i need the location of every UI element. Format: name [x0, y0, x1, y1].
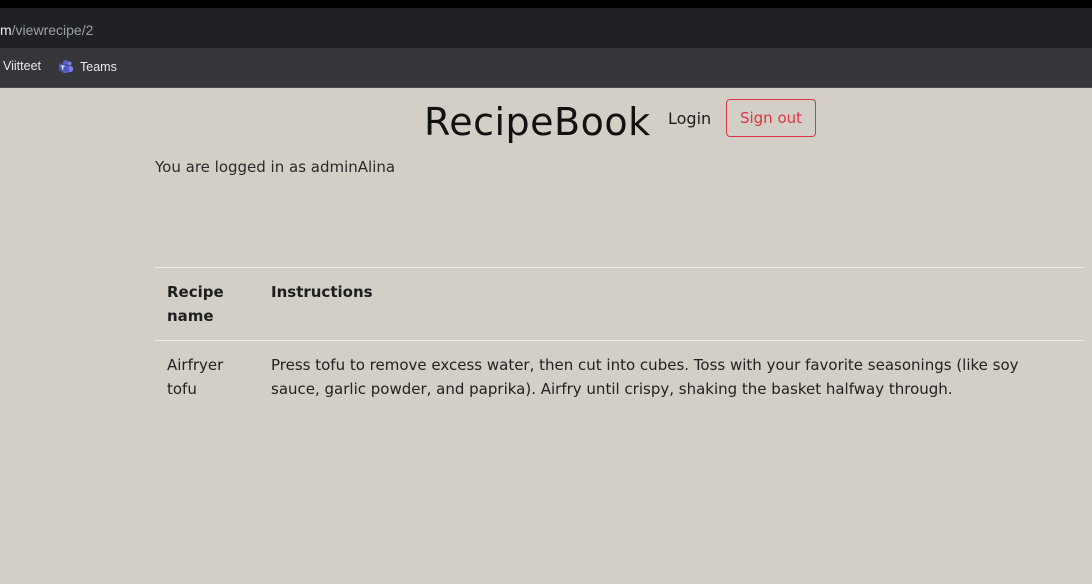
bookmarks-bar: Viitteet Teams: [0, 48, 1092, 88]
url-text[interactable]: m/viewrecipe/2: [0, 22, 93, 38]
url-host: m: [0, 22, 12, 38]
table-header-row: Recipe name Instructions: [155, 267, 1084, 341]
window-top-edge: [0, 0, 1092, 8]
recipe-instructions-cell: Press tofu to remove excess water, then …: [271, 356, 1019, 398]
column-header-instructions: Instructions: [271, 283, 373, 301]
bookmark-label: Viitteet: [3, 59, 41, 73]
url-path: /viewrecipe/2: [11, 22, 94, 38]
bookmark-teams[interactable]: Teams: [58, 59, 117, 75]
address-bar[interactable]: m/viewrecipe/2: [0, 8, 1092, 48]
site-title[interactable]: RecipeBook: [424, 100, 651, 144]
teams-icon: [58, 59, 74, 75]
page-content: RecipeBook Login Sign out You are logged…: [0, 88, 1092, 584]
recipe-table: Recipe name Instructions Airfryer tofu P…: [155, 267, 1084, 413]
recipe-name-cell: Airfryer tofu: [167, 356, 224, 398]
logged-in-status: You are logged in as adminAlina: [155, 158, 396, 176]
login-link[interactable]: Login: [668, 109, 711, 128]
bookmark-label: Teams: [80, 60, 117, 74]
table-row: Airfryer tofu Press tofu to remove exces…: [155, 341, 1084, 414]
sign-out-button[interactable]: Sign out: [726, 99, 816, 137]
column-header-recipe-name: Recipe name: [167, 283, 224, 325]
bookmark-viitteet[interactable]: Viitteet: [3, 59, 41, 73]
